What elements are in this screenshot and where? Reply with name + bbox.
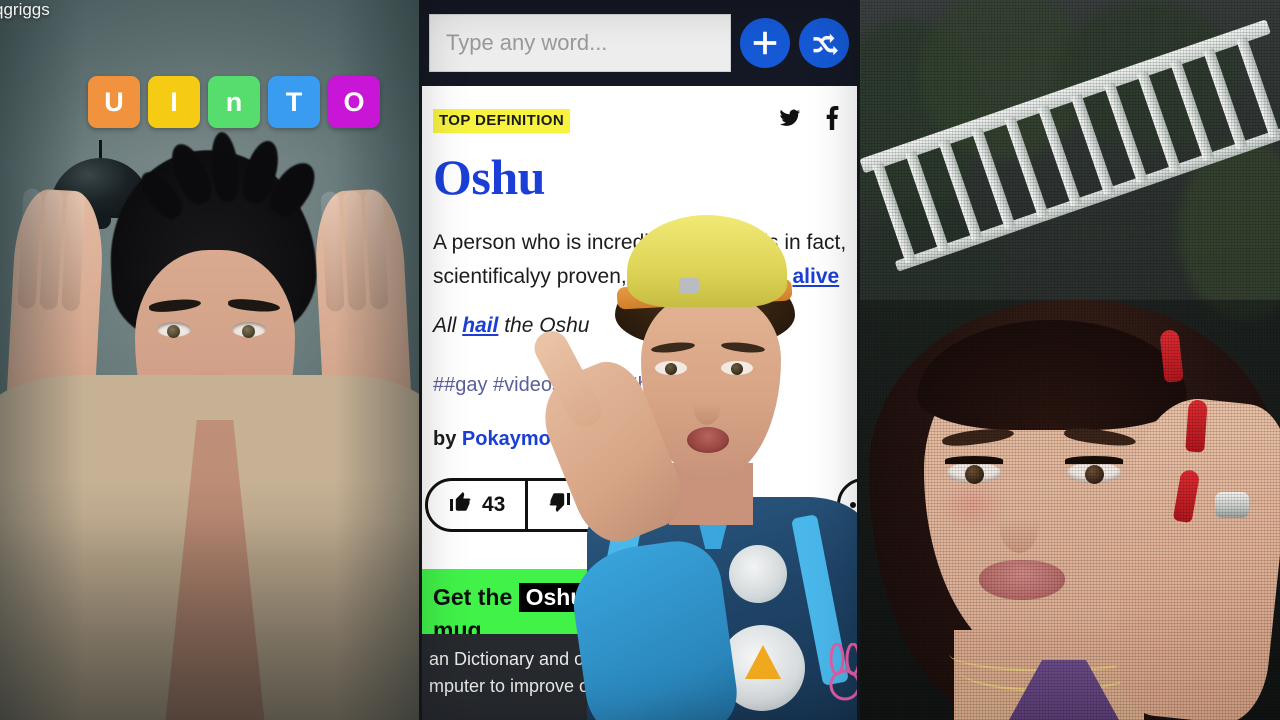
right-iris xyxy=(1085,465,1104,484)
middle-video-panel[interactable]: TOP DEFINITION Oshu A person who is incr… xyxy=(419,0,859,720)
username-watermark: qgriggs xyxy=(0,0,50,19)
panel-divider-right xyxy=(857,0,860,720)
tiktok-three-clip-collage: U I n T O qgriggs TOP DEFINITION xyxy=(0,0,1280,720)
silver-ring xyxy=(1215,492,1249,518)
social-share-group[interactable] xyxy=(777,106,845,135)
example-link-hail[interactable]: hail xyxy=(462,314,498,337)
twitter-icon[interactable] xyxy=(777,107,803,134)
right-iris xyxy=(731,363,743,375)
cap-adjuster-clip xyxy=(679,278,699,294)
jersey-logo-triangle xyxy=(745,645,781,679)
bunny-sticker-icon xyxy=(821,642,859,703)
right-eyelash xyxy=(1065,456,1123,464)
definition-word: Oshu xyxy=(433,149,545,205)
cheek-blush xyxy=(937,480,1007,532)
mouth xyxy=(687,427,729,453)
letter-tile: O xyxy=(328,76,380,128)
yellow-baseball-cap xyxy=(627,215,787,307)
nose xyxy=(693,385,721,425)
byline-by-label: by xyxy=(433,428,462,450)
example-prefix: All xyxy=(433,314,463,337)
letter-tile: T xyxy=(268,76,320,128)
upvote-count: 43 xyxy=(482,493,506,516)
thumbs-up-icon xyxy=(448,490,472,520)
right-video-panel[interactable]: D D I S O xyxy=(859,0,1280,720)
panel-divider-left xyxy=(419,0,422,720)
search-toolbar[interactable]: Type any word... xyxy=(419,0,859,86)
left-video-panel[interactable]: U I n T O qgriggs xyxy=(0,0,419,720)
upvote-button[interactable]: 43 xyxy=(428,481,525,529)
letter-tile: U xyxy=(88,76,140,128)
left-eyelash xyxy=(945,456,1003,464)
lips xyxy=(979,560,1065,600)
top-definition-badge: TOP DEFINITION xyxy=(433,108,571,133)
left-letter-tiles: U I n T O xyxy=(88,76,380,128)
middle-person-overlay: 8 xyxy=(528,215,859,720)
add-definition-button[interactable] xyxy=(740,18,790,68)
search-placeholder: Type any word... xyxy=(446,30,608,55)
definition-header-row: TOP DEFINITION xyxy=(419,106,859,135)
jersey-shoulder-logo xyxy=(729,545,787,603)
red-nail xyxy=(1185,399,1208,453)
letter-tile: I xyxy=(148,76,200,128)
search-input[interactable]: Type any word... xyxy=(429,14,731,72)
left-iris xyxy=(965,465,984,484)
promo-prefix: Get the xyxy=(433,584,519,610)
facebook-icon[interactable] xyxy=(825,106,839,135)
left-iris xyxy=(665,363,677,375)
random-word-button[interactable] xyxy=(799,18,849,68)
letter-tile: n xyxy=(208,76,260,128)
nose xyxy=(999,495,1039,553)
